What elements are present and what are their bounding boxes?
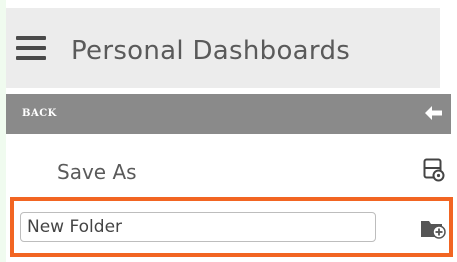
new-folder-icon[interactable]	[420, 217, 446, 239]
back-label: BACK	[22, 108, 57, 119]
new-folder-input[interactable]	[20, 212, 376, 242]
hamburger-menu-icon[interactable]	[16, 36, 46, 60]
back-bar[interactable]: BACK	[6, 94, 451, 134]
save-as-label: Save As	[57, 160, 137, 184]
new-folder-row	[10, 197, 453, 257]
back-arrow-icon[interactable]	[423, 103, 443, 123]
page-title: Personal Dashboards	[71, 36, 351, 66]
save-as-icon[interactable]	[423, 158, 445, 182]
save-as-row[interactable]: Save As	[6, 134, 451, 196]
header: Personal Dashboards	[6, 8, 440, 88]
